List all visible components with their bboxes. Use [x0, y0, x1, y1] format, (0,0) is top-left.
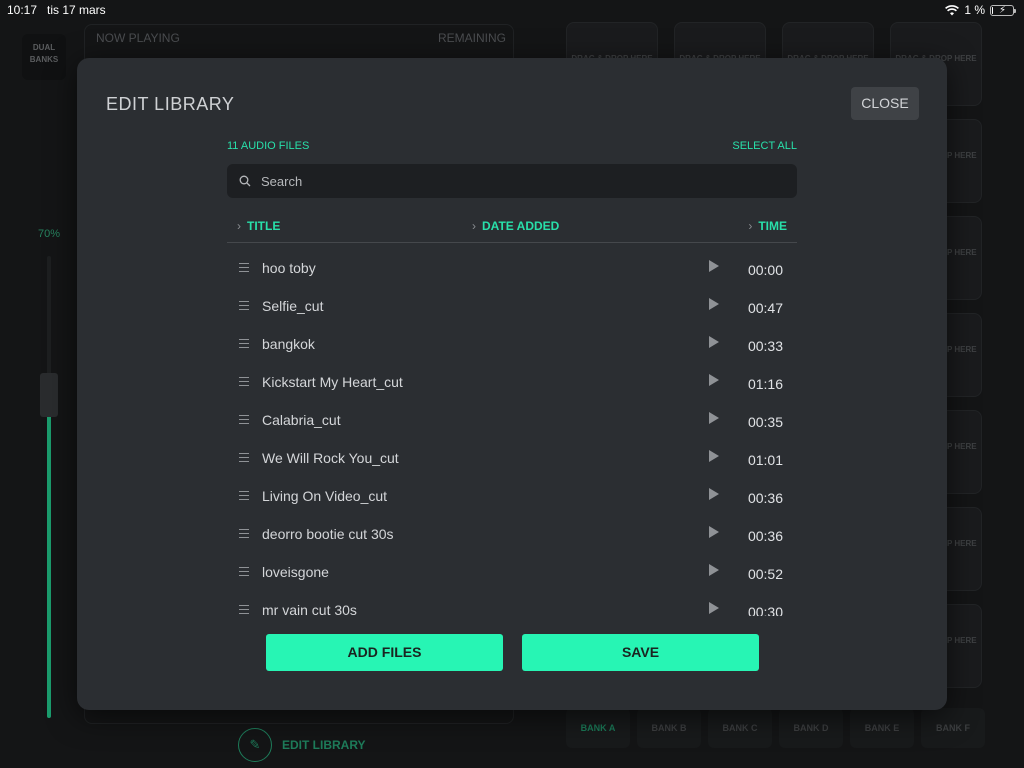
add-files-button[interactable]: ADD FILES: [266, 634, 503, 671]
drag-handle-icon[interactable]: [239, 377, 249, 386]
play-icon[interactable]: [709, 260, 719, 272]
file-row[interactable]: Calabria_cut 00:35: [227, 402, 797, 440]
chevron-right-icon: ›: [237, 219, 241, 233]
drag-handle-icon[interactable]: [239, 415, 249, 424]
battery-fill: [992, 6, 993, 14]
file-title: Living On Video_cut: [262, 488, 388, 504]
play-icon[interactable]: [709, 564, 719, 576]
file-title: hoo toby: [262, 260, 316, 276]
battery-icon: ⚡: [990, 4, 1016, 16]
file-title: We Will Rock You_cut: [262, 450, 399, 466]
column-header-time[interactable]: › TIME: [748, 218, 787, 234]
drag-handle-icon[interactable]: [239, 453, 249, 462]
drag-handle-icon[interactable]: [239, 605, 249, 614]
bank-button[interactable]: BANK C: [708, 708, 772, 748]
file-title: Kickstart My Heart_cut: [262, 374, 403, 390]
file-time: 00:33: [747, 338, 783, 354]
status-date: tis 17 mars: [47, 3, 106, 17]
play-icon[interactable]: [709, 298, 719, 310]
file-list[interactable]: hoo toby 00:00 Selfie_cut 00:47 bangkok 00:33…: [227, 250, 797, 616]
volume-knob[interactable]: [40, 372, 58, 417]
file-row[interactable]: bangkok 00:33: [227, 326, 797, 364]
column-time-label: TIME: [758, 219, 787, 233]
drag-handle-icon[interactable]: [239, 567, 249, 576]
bank-button[interactable]: BANK F: [921, 708, 985, 748]
chevron-right-icon: ›: [748, 219, 753, 233]
file-time: 00:36: [747, 490, 783, 506]
search-icon: [239, 175, 251, 187]
volume-label: 70%: [38, 228, 61, 240]
status-right: 1 % ⚡: [945, 3, 1016, 17]
bank-button[interactable]: BANK B: [637, 708, 701, 748]
column-header-title[interactable]: › TITLE: [237, 218, 280, 234]
column-header-date-added[interactable]: › DATE ADDED: [472, 218, 559, 234]
file-row[interactable]: Kickstart My Heart_cut 01:16: [227, 364, 797, 402]
play-icon[interactable]: [709, 488, 719, 500]
file-time: 00:36: [747, 528, 783, 544]
file-time: 00:30: [747, 604, 783, 616]
status-time: 10:17: [7, 3, 38, 17]
file-title: bangkok: [262, 336, 315, 352]
file-time: 00:47: [747, 300, 783, 316]
status-bar: 10:17 tis 17 mars 1 % ⚡: [0, 0, 1024, 20]
file-title: deorro bootie cut 30s: [262, 526, 394, 542]
audio-file-count: 11 AUDIO FILES: [227, 140, 310, 152]
play-icon[interactable]: [709, 412, 719, 424]
play-icon[interactable]: [709, 450, 719, 462]
play-icon[interactable]: [709, 374, 719, 386]
file-time: 00:35: [747, 414, 783, 430]
file-row[interactable]: mr vain cut 30s 00:30: [227, 592, 797, 616]
battery-percent: 1 %: [964, 3, 985, 17]
pencil-icon: ✎: [238, 728, 272, 762]
play-icon[interactable]: [709, 526, 719, 538]
volume-fill: [47, 394, 51, 718]
file-title: Selfie_cut: [262, 298, 324, 314]
file-title: loveisgone: [262, 564, 329, 580]
bank-button[interactable]: BANK A: [566, 708, 630, 748]
volume-slider[interactable]: [40, 256, 58, 718]
charging-bolt-icon: ⚡: [999, 4, 1007, 16]
drag-handle-icon[interactable]: [239, 301, 249, 310]
remaining-label: REMAINING: [438, 31, 507, 45]
file-row[interactable]: loveisgone 00:52: [227, 554, 797, 592]
select-all-button[interactable]: SELECT ALL: [732, 140, 797, 152]
edit-library-link[interactable]: ✎ EDIT LIBRARY: [238, 728, 366, 762]
play-icon[interactable]: [709, 336, 719, 348]
now-playing-label: NOW PLAYING: [96, 31, 180, 45]
drag-handle-icon[interactable]: [239, 529, 249, 538]
chevron-right-icon: ›: [472, 219, 476, 233]
file-row[interactable]: Living On Video_cut 00:36: [227, 478, 797, 516]
file-row[interactable]: hoo toby 00:00: [227, 250, 797, 288]
edit-library-link-label: EDIT LIBRARY: [282, 738, 366, 752]
close-button[interactable]: CLOSE: [851, 87, 919, 120]
bank-button[interactable]: BANK E: [850, 708, 914, 748]
file-title: Calabria_cut: [262, 412, 341, 428]
modal-title: EDIT LIBRARY: [106, 94, 235, 114]
search-input[interactable]: [261, 173, 761, 189]
file-row[interactable]: deorro bootie cut 30s 00:36: [227, 516, 797, 554]
search-box[interactable]: [227, 164, 797, 198]
file-row[interactable]: We Will Rock You_cut 01:01: [227, 440, 797, 478]
column-date-added-label: DATE ADDED: [482, 219, 560, 233]
file-row[interactable]: Selfie_cut 00:47: [227, 288, 797, 326]
bank-button[interactable]: BANK D: [779, 708, 843, 748]
drag-handle-icon[interactable]: [239, 339, 249, 348]
save-button[interactable]: SAVE: [522, 634, 759, 671]
file-time: 00:52: [747, 566, 783, 582]
file-title: mr vain cut 30s: [262, 602, 357, 616]
drag-handle-icon[interactable]: [239, 263, 249, 272]
edit-library-modal: EDIT LIBRARY CLOSE 11 AUDIO FILES SELECT…: [77, 58, 947, 710]
file-time: 01:01: [747, 452, 783, 468]
file-time: 00:00: [747, 262, 783, 278]
play-icon[interactable]: [709, 602, 719, 614]
header-divider: [227, 242, 797, 243]
bank-row: BANK A BANK B BANK C BANK D BANK E BANK F: [566, 708, 986, 748]
dual-banks-button[interactable]: DUAL BANKS: [22, 34, 66, 80]
wifi-icon: [945, 4, 960, 15]
drag-handle-icon[interactable]: [239, 491, 249, 500]
file-time: 01:16: [747, 376, 783, 392]
column-title-label: TITLE: [247, 219, 281, 233]
